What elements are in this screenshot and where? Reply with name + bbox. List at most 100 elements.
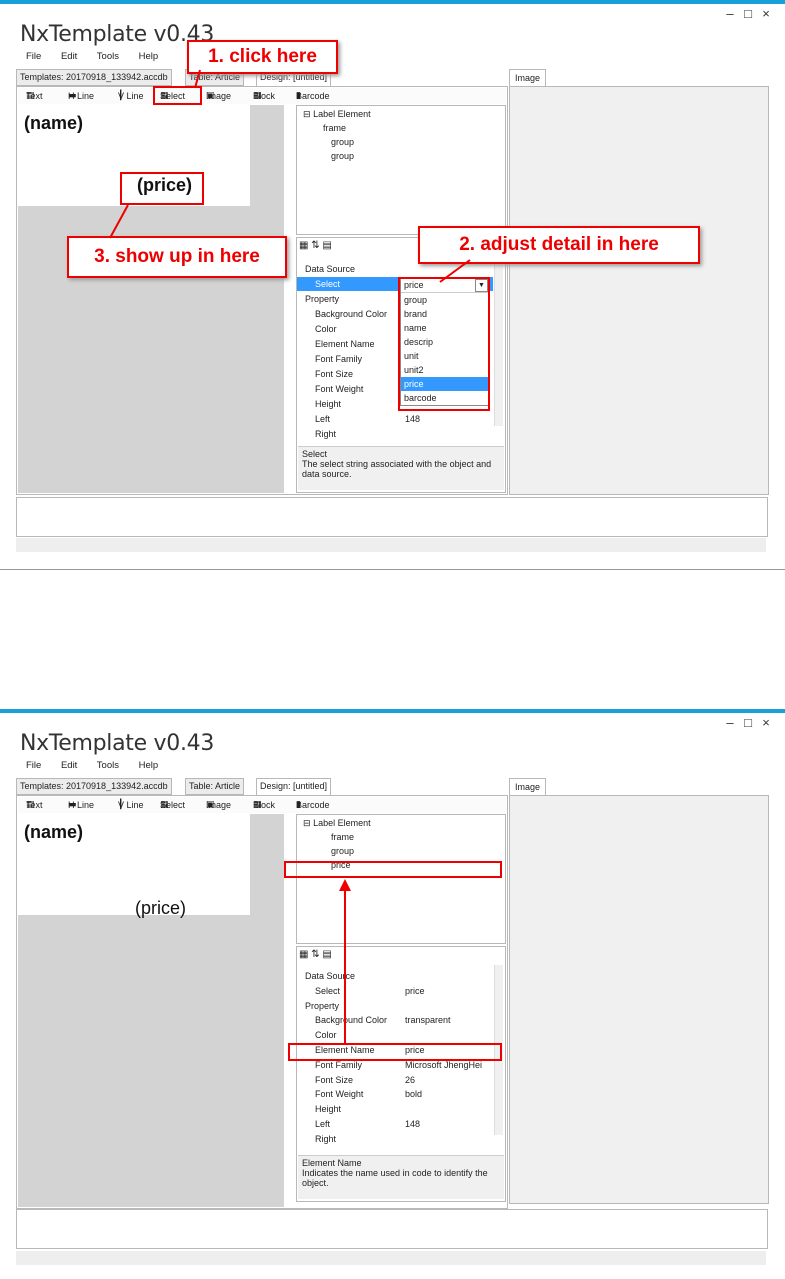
prop-key: Font Weight <box>315 1089 364 1099</box>
tool-barcode-label: Barcode <box>296 91 330 101</box>
property-scrollbar[interactable] <box>494 256 503 426</box>
category-label: Property <box>305 1001 340 1011</box>
prop-row[interactable]: Height <box>297 1102 493 1116</box>
tool-text-label: Text <box>26 800 43 810</box>
callout-step-1: 1. click here <box>187 40 338 74</box>
prop-row[interactable]: Font Size 26 <box>297 1073 493 1087</box>
prop-key: Select <box>315 279 341 289</box>
categorized-icon[interactable]: ▦ <box>299 240 308 251</box>
prop-value: price <box>405 986 425 996</box>
tool-text-label: Text <box>26 91 43 101</box>
tab-image[interactable]: Image <box>509 778 547 795</box>
menu-tools[interactable]: Tools <box>97 760 119 771</box>
tree-item[interactable]: frame <box>323 123 346 133</box>
menu-bar: File Edit Tools Help <box>26 51 175 62</box>
prop-key: Font Size <box>315 369 354 379</box>
menu-edit[interactable]: Edit <box>61 760 77 771</box>
tree-item[interactable]: frame <box>331 832 354 842</box>
prop-row[interactable]: Color <box>297 1028 493 1042</box>
prop-row[interactable]: Left 148 <box>297 1117 493 1131</box>
menu-bar: File Edit Tools Help <box>26 760 175 771</box>
tool-select-label: Select <box>160 800 186 810</box>
tool-hline-label: H Line <box>68 800 95 810</box>
prop-key: Height <box>315 399 342 409</box>
menu-tools[interactable]: Tools <box>97 51 119 62</box>
prop-row[interactable]: Font Weight bold <box>297 1087 493 1101</box>
canvas-name-label[interactable]: (name) <box>24 113 83 134</box>
prop-key: Left <box>315 414 331 424</box>
prop-key: Height <box>315 1104 342 1114</box>
close-button[interactable]: × <box>757 715 775 730</box>
property-pages-icon[interactable]: ▤ <box>322 240 331 251</box>
collapse-icon[interactable]: ⊟ <box>303 109 311 119</box>
property-help: Select The select string associated with… <box>298 446 504 490</box>
tool-vline-label: V Line <box>118 91 144 101</box>
canvas-name-label[interactable]: (name) <box>24 822 83 843</box>
collapse-icon[interactable]: ⊟ <box>303 818 311 828</box>
prop-row[interactable]: Select price <box>297 984 493 998</box>
tab-templates[interactable]: Templates: 20170918_133942.accdb <box>16 69 172 86</box>
sort-az-icon[interactable]: ⇅ <box>311 240 319 251</box>
divider <box>0 569 785 570</box>
tool-vline-label: V Line <box>118 800 144 810</box>
property-pages-icon[interactable]: ▤ <box>322 949 331 960</box>
property-grid-toolbar: ▦ ⇅ ▤ <box>299 949 503 963</box>
category-label: Property <box>305 294 340 304</box>
menu-help[interactable]: Help <box>139 760 159 771</box>
tab-design[interactable]: Design: [untitled] <box>256 778 332 796</box>
minimize-button[interactable]: – <box>721 6 739 21</box>
sort-az-icon[interactable]: ⇅ <box>311 949 319 960</box>
tree-item[interactable]: group <box>331 846 354 856</box>
title-accent-bar <box>0 709 785 713</box>
canvas-price-label[interactable]: (price) <box>135 898 186 919</box>
menu-help[interactable]: Help <box>139 51 159 62</box>
app-title: NxTemplate v0.43 <box>20 731 215 756</box>
prop-key: Font Family <box>315 354 363 364</box>
menu-file[interactable]: File <box>26 760 41 771</box>
annotation-box-select <box>153 86 202 105</box>
window-controls: – □ × <box>721 6 775 21</box>
tree-root-label: Label Element <box>313 818 371 828</box>
design-area: ▤ Text ▬ H Line ┃ V Line ▦ Select ▣ Image ▦ Bl… <box>16 795 508 1209</box>
status-bar <box>16 1251 766 1265</box>
maximize-button[interactable]: □ <box>739 715 757 730</box>
element-tree: ⊟ Label Element frame group group <box>296 105 506 235</box>
tool-block-label: Block <box>253 800 276 810</box>
menu-file[interactable]: File <box>26 51 41 62</box>
prop-key: Font Size <box>315 1075 354 1085</box>
property-grid: ▦ ⇅ ▤ Data Source Select price Property B… <box>296 946 506 1202</box>
tree-item[interactable]: group <box>331 137 354 147</box>
image-preview-panel <box>509 86 769 495</box>
window-controls: – □ × <box>721 715 775 730</box>
output-box <box>16 497 768 537</box>
category-data-source[interactable]: Data Source <box>297 262 493 276</box>
prop-key: Element Name <box>315 339 375 349</box>
prop-row[interactable]: Left 148 <box>297 412 493 426</box>
close-button[interactable]: × <box>757 6 775 21</box>
status-bar <box>16 538 766 552</box>
screenshot-step-1: NxTemplate v0.43 – □ × File Edit Tools Hel… <box>0 0 785 570</box>
tree-root[interactable]: ⊟ Label Element <box>303 818 371 829</box>
prop-row[interactable]: Background Color transparent <box>297 1013 493 1027</box>
categorized-icon[interactable]: ▦ <box>299 949 308 960</box>
tool-image-label: Image <box>206 91 232 101</box>
tab-table[interactable]: Table: Article <box>185 778 245 795</box>
prop-key: Select <box>315 986 341 996</box>
prop-row[interactable]: Right <box>297 427 493 441</box>
category-property[interactable]: Property <box>297 999 493 1013</box>
tree-item[interactable]: group <box>331 151 354 161</box>
minimize-button[interactable]: – <box>721 715 739 730</box>
prop-key: Right <box>315 1134 337 1144</box>
callout-step-2: 2. adjust detail in here <box>418 226 700 264</box>
prop-row[interactable]: Right <box>297 1132 493 1146</box>
prop-value: transparent <box>405 1015 451 1025</box>
prop-key: Color <box>315 1030 337 1040</box>
menu-edit[interactable]: Edit <box>61 51 77 62</box>
tab-image[interactable]: Image <box>509 69 547 86</box>
category-data-source[interactable]: Data Source <box>297 969 493 983</box>
element-toolbar: ▤ Text ▬ H Line ┃ V Line ▦ Select ▣ Image ▦ Bl… <box>18 797 506 813</box>
tree-root[interactable]: ⊟ Label Element <box>303 109 371 120</box>
tab-templates[interactable]: Templates: 20170918_133942.accdb <box>16 778 172 795</box>
tool-image-label: Image <box>206 800 232 810</box>
maximize-button[interactable]: □ <box>739 6 757 21</box>
